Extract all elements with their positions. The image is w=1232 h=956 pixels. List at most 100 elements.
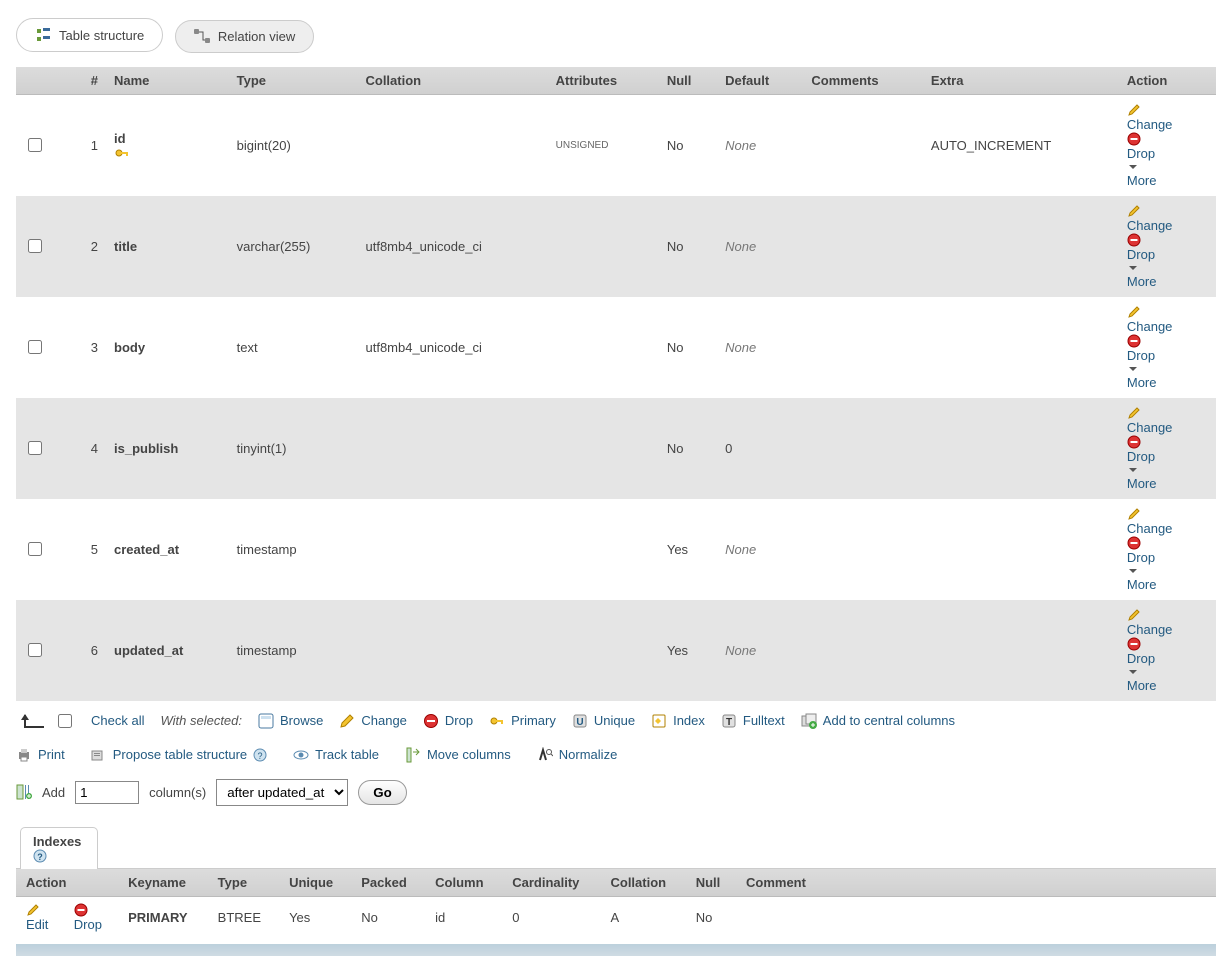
structure-icon xyxy=(35,27,51,43)
col-number: 6 xyxy=(62,600,106,701)
row-checkbox[interactable] xyxy=(28,138,42,152)
tab-label: Table structure xyxy=(59,28,144,43)
pencil-icon xyxy=(26,903,54,917)
drop-link[interactable]: Drop xyxy=(1127,651,1155,666)
th-number: # xyxy=(62,67,106,95)
col-extra xyxy=(923,398,1119,499)
index-icon xyxy=(651,713,667,729)
col-name: is_publish xyxy=(114,441,178,456)
col-null: Yes xyxy=(659,600,717,701)
col-type: tinyint(1) xyxy=(229,398,358,499)
th-action: Action xyxy=(1119,67,1216,95)
idx-th-cardinality: Cardinality xyxy=(502,869,600,897)
bulk-browse[interactable]: Browse xyxy=(280,713,323,728)
row-checkbox[interactable] xyxy=(28,340,42,354)
col-collation: utf8mb4_unicode_ci xyxy=(357,297,547,398)
check-all-checkbox[interactable] xyxy=(58,714,72,728)
drop-link[interactable]: Drop xyxy=(1127,247,1155,262)
propose-link[interactable]: Propose table structure xyxy=(113,747,247,762)
move-columns-link[interactable]: Move columns xyxy=(427,747,511,762)
row-checkbox[interactable] xyxy=(28,239,42,253)
chevron-down-icon xyxy=(1127,464,1208,476)
columns-table: # Name Type Collation Attributes Null De… xyxy=(16,67,1216,701)
bulk-primary[interactable]: Primary xyxy=(511,713,556,728)
svg-text:U: U xyxy=(576,717,583,728)
minus-circle-icon xyxy=(74,903,108,917)
idx-th-null: Null xyxy=(686,869,736,897)
bulk-drop[interactable]: Drop xyxy=(445,713,473,728)
minus-circle-icon xyxy=(1127,637,1208,651)
more-link[interactable]: More xyxy=(1127,476,1157,491)
add-count-input[interactable] xyxy=(75,781,139,804)
pencil-icon xyxy=(1127,608,1208,622)
drop-link[interactable]: Drop xyxy=(1127,550,1155,565)
col-extra xyxy=(923,297,1119,398)
change-link[interactable]: Change xyxy=(1127,622,1173,637)
col-extra xyxy=(923,499,1119,600)
help-icon[interactable]: ? xyxy=(253,748,267,762)
table-row: 2 title varchar(255) utf8mb4_unicode_ci … xyxy=(16,196,1216,297)
table-row: 1 id bigint(20) UNSIGNED No None AUTO_IN… xyxy=(16,94,1216,196)
idx-th-type: Type xyxy=(208,869,279,897)
col-default: 0 xyxy=(717,398,803,499)
svg-text:?: ? xyxy=(258,751,263,761)
idx-packed: No xyxy=(351,896,425,938)
tab-relation-view[interactable]: Relation view xyxy=(175,20,314,53)
bulk-fulltext[interactable]: Fulltext xyxy=(743,713,785,728)
more-link[interactable]: More xyxy=(1127,678,1157,693)
minus-circle-icon xyxy=(1127,536,1208,550)
th-type: Type xyxy=(229,67,358,95)
bulk-change[interactable]: Change xyxy=(361,713,407,728)
pencil-icon xyxy=(1127,507,1208,521)
go-button[interactable]: Go xyxy=(358,780,407,805)
change-link[interactable]: Change xyxy=(1127,117,1173,132)
idx-th-action: Action xyxy=(16,869,118,897)
drop-link[interactable]: Drop xyxy=(1127,449,1155,464)
th-name: Name xyxy=(106,67,229,95)
bulk-unique[interactable]: Unique xyxy=(594,713,635,728)
more-link[interactable]: More xyxy=(1127,173,1157,188)
more-link[interactable]: More xyxy=(1127,375,1157,390)
change-link[interactable]: Change xyxy=(1127,319,1173,334)
bulk-index[interactable]: Index xyxy=(673,713,705,728)
change-link[interactable]: Change xyxy=(1127,218,1173,233)
row-checkbox[interactable] xyxy=(28,441,42,455)
drop-index-link[interactable]: Drop xyxy=(74,917,102,932)
col-type: text xyxy=(229,297,358,398)
row-checkbox[interactable] xyxy=(28,643,42,657)
bulk-add-central[interactable]: Add to central columns xyxy=(823,713,955,728)
drop-link[interactable]: Drop xyxy=(1127,146,1155,161)
indexes-table: Action Keyname Type Unique Packed Column… xyxy=(16,869,1216,938)
idx-collation: A xyxy=(600,896,685,938)
print-link[interactable]: Print xyxy=(38,747,65,762)
col-null: No xyxy=(659,196,717,297)
more-link[interactable]: More xyxy=(1127,577,1157,592)
add-column-icon xyxy=(16,784,32,800)
col-name: title xyxy=(114,239,137,254)
pencil-icon xyxy=(1127,305,1208,319)
col-number: 3 xyxy=(62,297,106,398)
minus-circle-icon xyxy=(1127,435,1208,449)
row-checkbox[interactable] xyxy=(28,542,42,556)
edit-index-link[interactable]: Edit xyxy=(26,917,48,932)
col-type: varchar(255) xyxy=(229,196,358,297)
add-position-select[interactable]: after updated_at xyxy=(216,779,348,806)
tab-table-structure[interactable]: Table structure xyxy=(16,18,163,52)
minus-circle-icon xyxy=(1127,233,1208,247)
track-link[interactable]: Track table xyxy=(315,747,379,762)
normalize-link[interactable]: Normalize xyxy=(559,747,618,762)
help-icon[interactable]: ? xyxy=(33,849,85,863)
drop-link[interactable]: Drop xyxy=(1127,348,1155,363)
col-name: body xyxy=(114,340,145,355)
chevron-down-icon xyxy=(1127,262,1208,274)
change-link[interactable]: Change xyxy=(1127,420,1173,435)
more-link[interactable]: More xyxy=(1127,274,1157,289)
check-all-link[interactable]: Check all xyxy=(91,713,144,728)
col-extra xyxy=(923,196,1119,297)
col-comments xyxy=(803,398,923,499)
col-collation xyxy=(357,600,547,701)
change-link[interactable]: Change xyxy=(1127,521,1173,536)
col-comments xyxy=(803,196,923,297)
col-name: created_at xyxy=(114,542,179,557)
col-comments xyxy=(803,297,923,398)
